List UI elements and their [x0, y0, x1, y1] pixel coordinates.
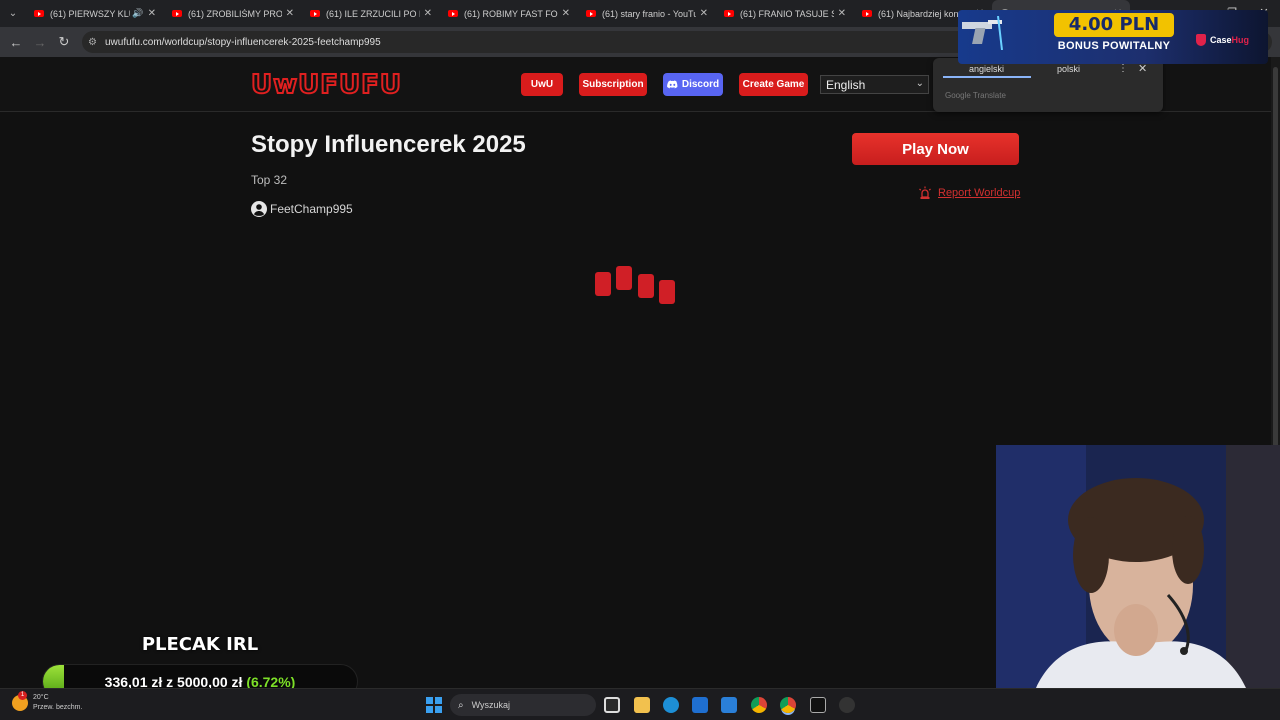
weather-description: Przew. bezchm. — [33, 704, 83, 711]
tab-title: (61) PIERWSZY KLUB — [50, 8, 130, 19]
close-tab-icon[interactable]: ✕ — [700, 8, 708, 19]
taskbar-search[interactable]: ⌕ Wyszukaj — [450, 694, 596, 716]
ad-brand-logo: Case Hug — [1196, 34, 1249, 46]
chevron-down-icon: ⌄ — [915, 78, 924, 89]
youtube-icon — [586, 10, 596, 17]
more-options-icon[interactable]: ⋮ — [1118, 63, 1128, 74]
browser-tab[interactable]: (61) ILE ZRZUCILI PO PIER ✕ — [302, 0, 440, 27]
forward-icon[interactable]: → — [28, 35, 52, 50]
chrome-active-icon[interactable] — [780, 697, 796, 713]
task-view-icon[interactable] — [604, 697, 620, 713]
app-icon[interactable] — [839, 697, 855, 713]
user-icon — [251, 201, 267, 217]
edge-icon[interactable] — [663, 697, 679, 713]
taskbar: 1 20°C Przew. bezchm. ⌕ Wyszukaj — [0, 688, 1280, 720]
outlook-icon[interactable] — [721, 697, 737, 713]
search-placeholder: Wyszukaj — [471, 700, 511, 710]
streamer-photo — [996, 445, 1280, 688]
speaker-icon[interactable]: 🔊 — [132, 8, 143, 19]
author[interactable]: FeetChamp995 — [251, 201, 353, 217]
site-logo[interactable]: UwUFUFU — [250, 69, 402, 101]
browser-tab[interactable]: (61) PIERWSZY KLUB🔊 ✕ — [26, 0, 164, 27]
scroll-thumb[interactable] — [1273, 67, 1278, 447]
back-icon[interactable]: ← — [4, 35, 28, 50]
webcam-feed — [996, 445, 1280, 688]
overlay-goal-label: PLECAK IRL — [141, 634, 259, 655]
loader-bar — [659, 280, 675, 304]
browser-tab[interactable]: (61) ZROBILIŚMY PROGR ✕ — [164, 0, 302, 27]
epic-games-icon[interactable] — [810, 697, 826, 713]
translate-popup: angielski polski ⋮ ✕ Google Translate — [933, 58, 1163, 112]
site-info-icon[interactable]: ⚙ — [88, 37, 97, 48]
file-explorer-icon[interactable] — [634, 697, 650, 713]
report-label: Report Worldcup — [938, 187, 1021, 199]
uwu-button[interactable]: UwU — [521, 73, 563, 96]
translate-source-tab[interactable]: angielski — [969, 64, 1004, 74]
store-icon[interactable] — [692, 697, 708, 713]
report-worldcup-link[interactable]: Report Worldcup — [918, 186, 1020, 200]
ad-brand-a: Case — [1210, 35, 1232, 45]
screen: ⌄ (61) PIERWSZY KLUB🔊✕(61) ZROBILIŚMY PR… — [0, 0, 1280, 720]
url-text: uwufufu.com/worldcup/stopy-influencerek-… — [104, 36, 381, 48]
translate-tab-indicator — [943, 76, 1031, 78]
search-icon: ⌕ — [458, 699, 464, 711]
knife-gun-icon — [962, 16, 1003, 50]
page-title: Stopy Influencerek 2025 — [251, 131, 526, 158]
browser-tab[interactable]: (61) FRANIO TASUJE SIE D ✕ — [716, 0, 854, 27]
close-tab-icon[interactable]: ✕ — [148, 8, 156, 19]
browser-tab[interactable]: (61) ROBIMY FAST FOOD ✕ — [440, 0, 578, 27]
discord-label: Discord — [681, 79, 720, 90]
loading-spinner — [595, 266, 677, 308]
ad-bonus-text: BONUS POWITALNY — [1057, 40, 1171, 52]
youtube-icon — [172, 10, 182, 17]
youtube-icon — [862, 10, 872, 17]
loader-bar — [638, 274, 654, 298]
youtube-icon — [34, 10, 44, 17]
tab-title: (61) ILE ZRZUCILI PO PIER — [326, 8, 420, 19]
ad-brand-b: Hug — [1231, 35, 1250, 45]
loader-bar — [595, 272, 611, 296]
worldcup-subtitle: Top 32 — [251, 173, 288, 187]
weather-widget[interactable]: 1 20°C Przew. bezchm. — [12, 691, 82, 713]
tab-title: (61) FRANIO TASUJE SIE D — [740, 8, 834, 19]
chrome-icon[interactable] — [751, 697, 767, 713]
tab-title: (61) stary franio - YouTub — [602, 8, 696, 19]
ad-amount: 4.00 PLN — [1054, 13, 1174, 37]
close-tab-icon[interactable]: ✕ — [286, 8, 294, 19]
author-name: FeetChamp995 — [270, 202, 353, 216]
youtube-icon — [724, 10, 734, 17]
subscription-button[interactable]: Subscription — [579, 73, 647, 96]
play-now-button[interactable]: Play Now — [852, 133, 1019, 165]
discord-button[interactable]: Discord — [663, 73, 723, 96]
casehug-icon — [1196, 34, 1206, 46]
weather-icon: 1 — [12, 691, 28, 711]
language-select[interactable]: English ⌄ — [820, 75, 929, 94]
youtube-icon — [310, 10, 320, 17]
youtube-icon — [448, 10, 458, 17]
siren-icon — [919, 186, 931, 199]
language-value: English — [826, 77, 866, 92]
close-tab-icon[interactable]: ✕ — [562, 8, 570, 19]
translate-target-tab[interactable]: polski — [1057, 64, 1080, 74]
reload-icon[interactable]: ↻ — [52, 34, 76, 50]
create-game-button[interactable]: Create Game — [739, 73, 808, 96]
tab-title: (61) ROBIMY FAST FOOD — [464, 8, 558, 19]
weather-badge: 1 — [18, 691, 27, 700]
temperature: 20°C — [33, 694, 49, 701]
close-tab-icon[interactable]: ✕ — [838, 8, 846, 19]
browser-tab[interactable]: (61) stary franio - YouTub ✕ — [578, 0, 716, 27]
windows-start-icon[interactable] — [426, 697, 442, 713]
close-tab-icon[interactable]: ✕ — [424, 8, 432, 19]
ad-banner[interactable]: 4.00 PLN BONUS POWITALNY Case Hug — [958, 10, 1268, 64]
translate-brand: Google Translate — [945, 91, 1006, 100]
loader-bar — [616, 266, 632, 290]
tab-title: (61) ZROBILIŚMY PROGR — [188, 8, 282, 19]
tab-search-icon[interactable]: ⌄ — [0, 0, 26, 27]
discord-icon — [666, 80, 678, 89]
weather-text: 20°C Przew. bezchm. — [33, 693, 82, 713]
